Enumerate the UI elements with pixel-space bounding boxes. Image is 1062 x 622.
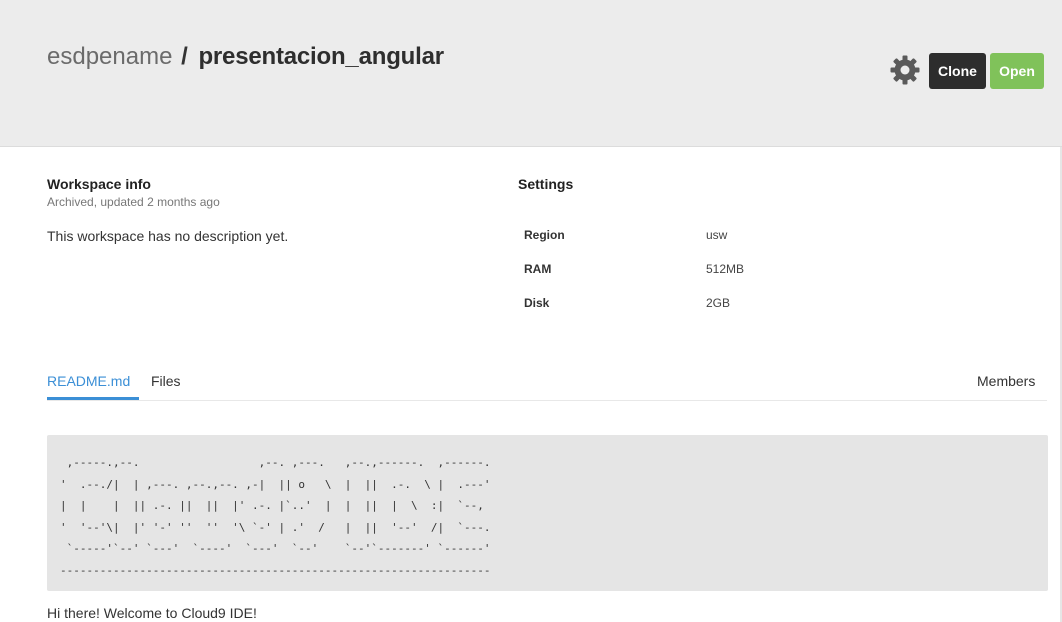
breadcrumb-owner[interactable]: esdpename: [47, 43, 172, 70]
open-button[interactable]: Open: [990, 53, 1044, 89]
setting-label-disk: Disk: [524, 296, 550, 310]
setting-value-ram: 512MB: [706, 262, 745, 276]
tab-files[interactable]: Files: [151, 373, 181, 389]
setting-value-region: usw: [706, 228, 728, 242]
breadcrumb-separator: /: [181, 43, 188, 70]
settings-title: Settings: [518, 176, 574, 192]
clone-button[interactable]: Clone: [929, 53, 986, 89]
ascii-art-banner: ,-----.,--. ,--. ,---. ,--.,------. ,---…: [60, 456, 491, 577]
workspace-status: Archived, updated 2 months ago: [47, 195, 220, 209]
readme-welcome-text: Hi there! Welcome to Cloud9 IDE!: [47, 605, 257, 621]
workspace-header: esdpename / presentacion_angular Clone O…: [0, 0, 1062, 147]
tab-readme[interactable]: README.md: [47, 373, 130, 389]
breadcrumb-workspace-name: presentacion_angular: [198, 43, 444, 70]
setting-value-disk: 2GB: [706, 296, 731, 310]
workspace-info-title: Workspace info: [47, 176, 151, 192]
tab-members[interactable]: Members: [977, 373, 1035, 389]
breadcrumb: esdpename / presentacion_angular: [47, 43, 444, 71]
setting-label-ram: RAM: [524, 262, 552, 276]
workspace-description: This workspace has no description yet.: [47, 228, 289, 244]
active-tab-indicator: [47, 397, 139, 400]
tabs-divider: [47, 400, 1047, 401]
gear-icon[interactable]: [889, 54, 921, 86]
readme-code-block: ,-----.,--. ,--. ,---. ,--.,------. ,---…: [47, 435, 1048, 591]
setting-label-region: Region: [524, 228, 565, 242]
